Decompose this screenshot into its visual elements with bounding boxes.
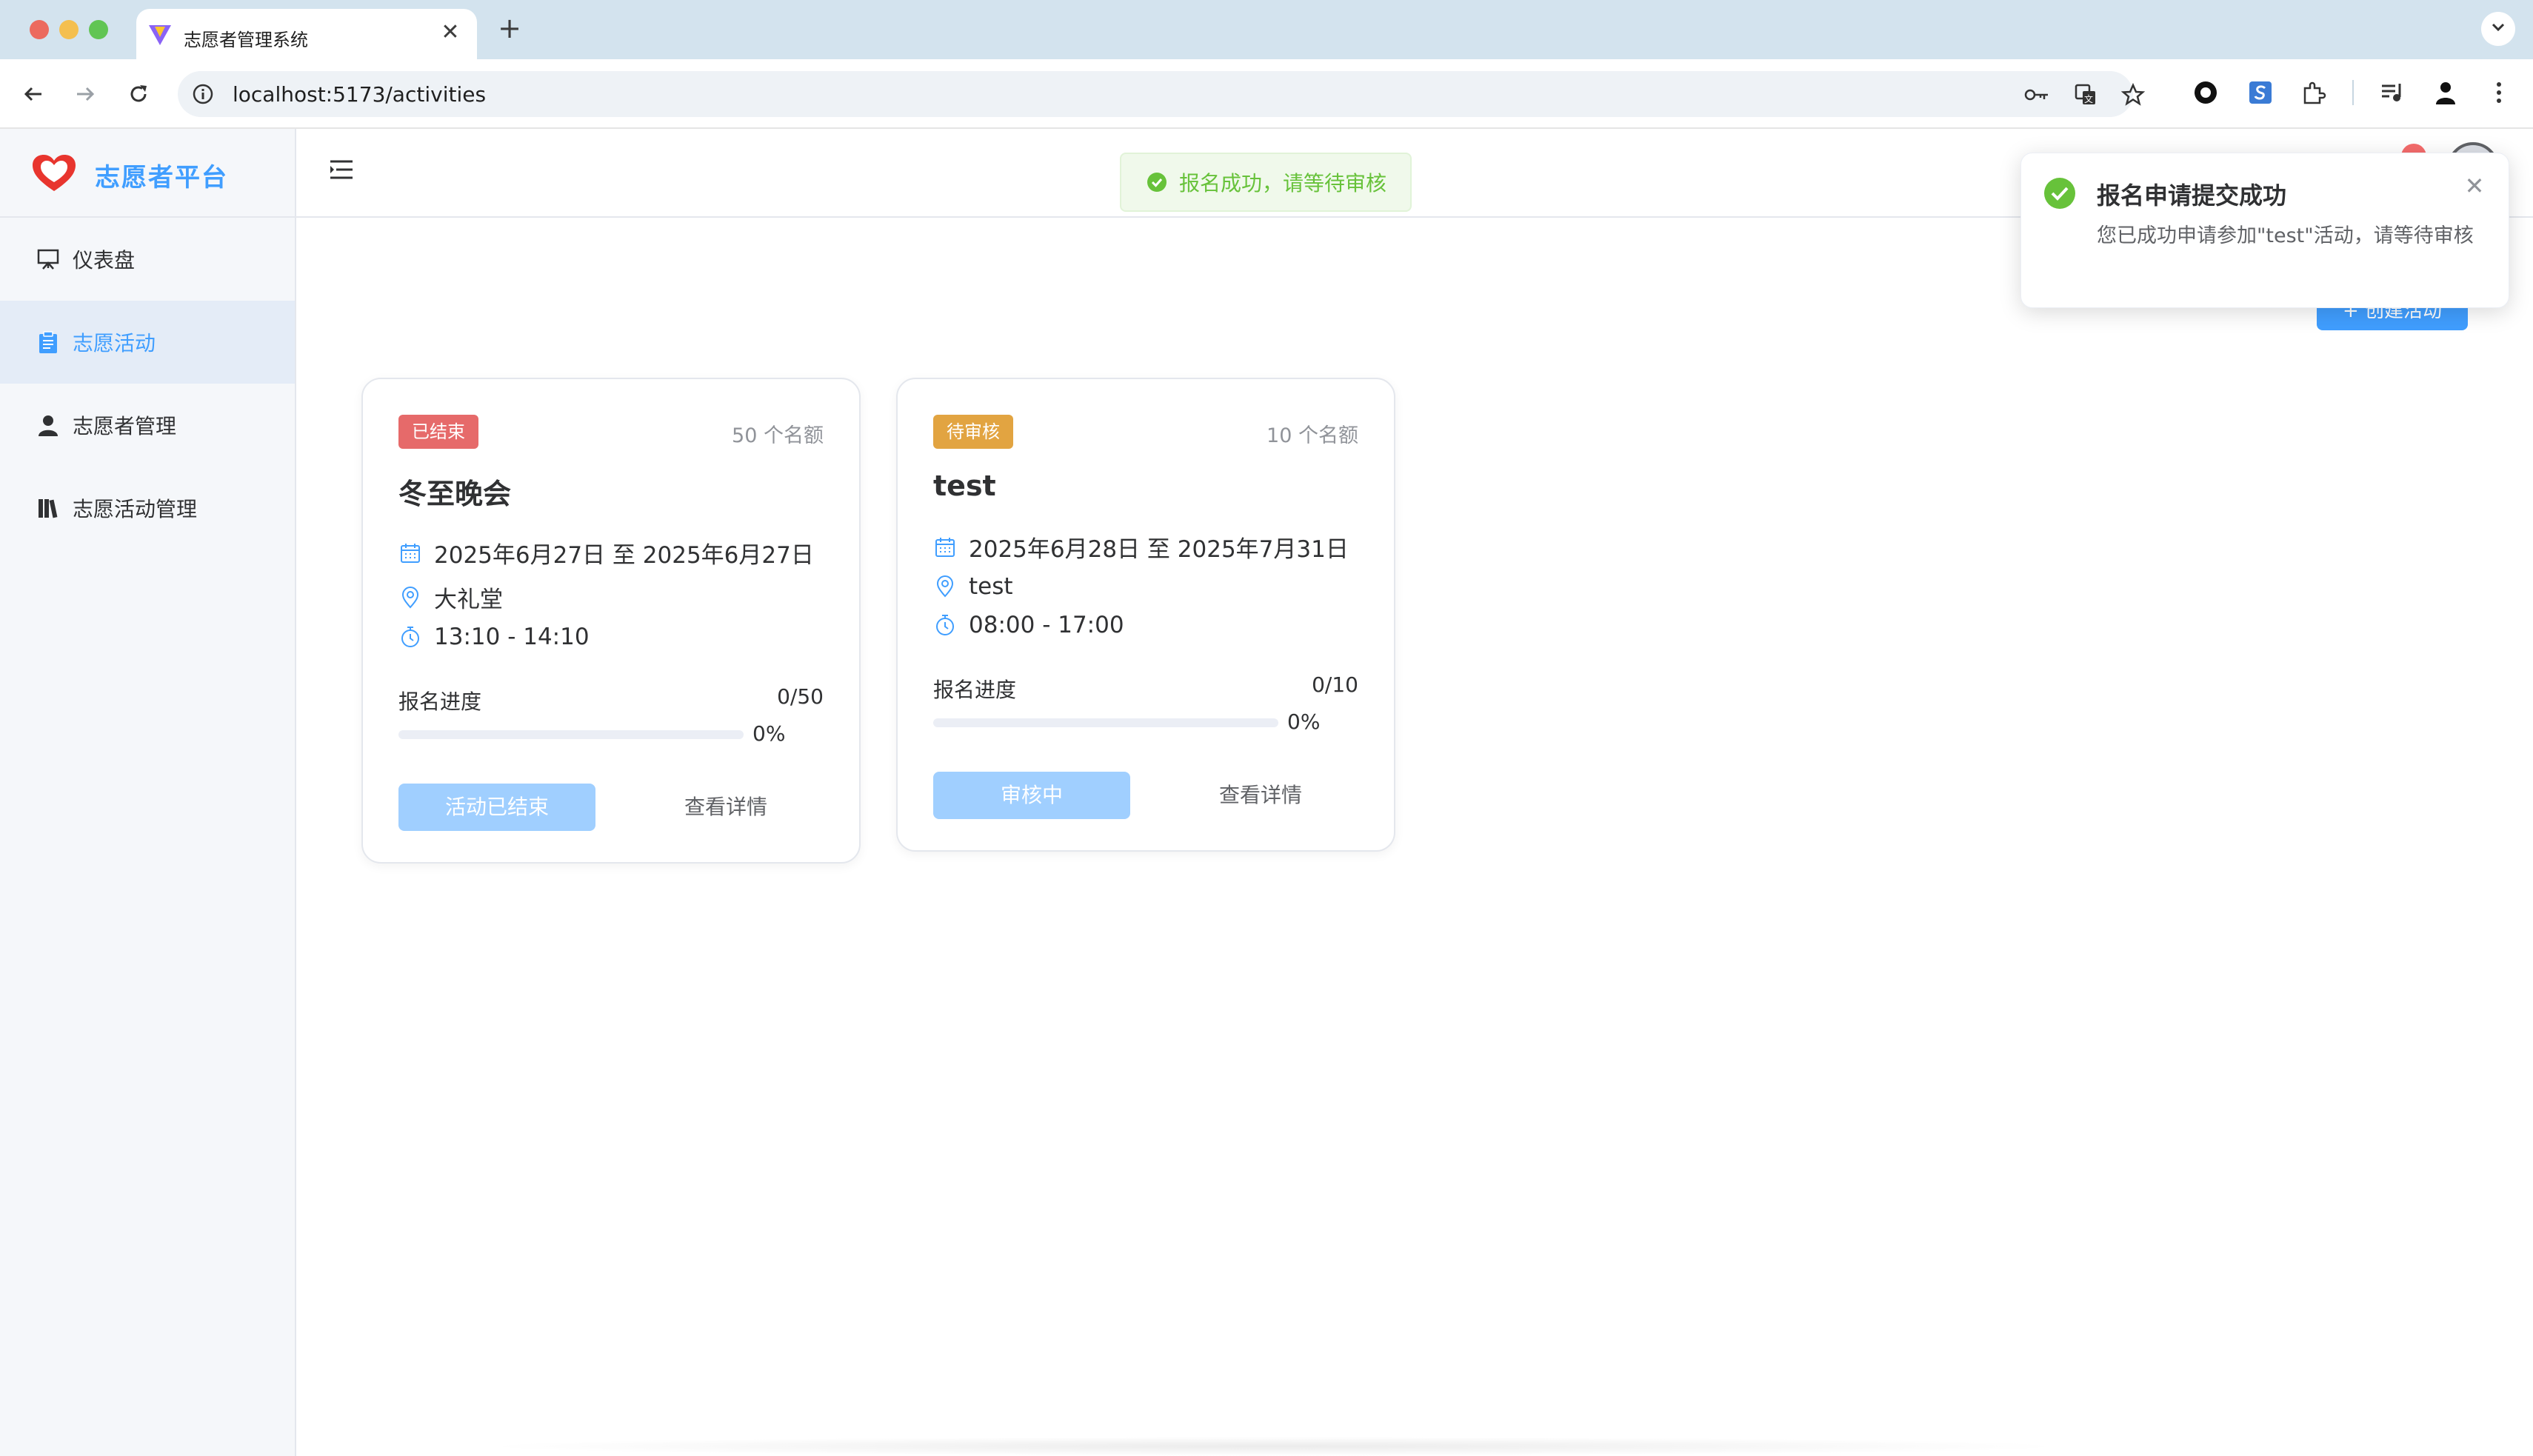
sidebar-item-volunteers[interactable]: 志愿者管理 (0, 384, 295, 467)
tab-list-button[interactable] (2481, 12, 2515, 46)
activity-location-row: test (933, 573, 1013, 600)
activity-date-row: 2025年6月28日 至 2025年7月31日 (933, 530, 1349, 564)
sidebar-item-label: 志愿活动 (73, 331, 156, 355)
view-details-button[interactable]: 查看详情 (644, 784, 807, 831)
quota-text: 10 个名额 (1266, 424, 1358, 447)
activity-time-row: 13:10 - 14:10 (398, 624, 590, 650)
heart-logo-icon (31, 154, 77, 196)
notification-title: 报名申请提交成功 (2097, 181, 2287, 210)
extensions-puzzle-icon[interactable] (2299, 78, 2329, 107)
menu-toggle-icon[interactable] (329, 158, 354, 184)
window-minimize-button[interactable] (59, 20, 79, 39)
dashboard-icon (36, 247, 61, 272)
activity-title: test (933, 470, 996, 502)
bottom-shadow-decoration (474, 1437, 2074, 1456)
site-info-icon[interactable] (191, 82, 215, 109)
progress-label: 报名进度 (398, 689, 482, 714)
progress-bar (933, 718, 1278, 727)
progress-count: 0/50 (777, 684, 824, 709)
progress-label: 报名进度 (933, 678, 1017, 702)
progress-count: 0/10 (1312, 672, 1358, 697)
tab-title: 志愿者管理系统 (184, 30, 308, 50)
password-key-icon[interactable] (2022, 83, 2052, 107)
profile-icon[interactable] (2431, 78, 2460, 107)
address-bar[interactable]: localhost:5173/activities 文 (178, 71, 2145, 117)
books-icon (36, 495, 61, 521)
activity-date: 2025年6月28日 至 2025年7月31日 (969, 536, 1349, 563)
activity-card: 待审核 10 个名额 test 2025年6月28日 至 2025年7月31日 … (896, 378, 1395, 852)
sidebar-item-label: 志愿者管理 (73, 414, 177, 438)
activity-ended-button[interactable]: 活动已结束 (398, 784, 595, 831)
notification-body: 您已成功申请参加"test"活动，请等待审核 (2097, 224, 2474, 247)
tab-close-icon[interactable]: ✕ (437, 19, 464, 46)
sidebar-logo-text: 志愿者平台 (95, 163, 228, 193)
progress-percent: 0% (1287, 709, 1321, 734)
back-button[interactable] (16, 77, 50, 111)
sidebar: 志愿者平台 仪表盘 志愿活动 志愿者管理 志愿活动管理 (0, 129, 296, 1456)
window-close-button[interactable] (30, 20, 49, 39)
under-review-button[interactable]: 审核中 (933, 772, 1130, 819)
arrow-left-icon (24, 87, 41, 101)
stopwatch-icon (398, 625, 422, 649)
sidebar-item-activity-management[interactable]: 志愿活动管理 (0, 467, 295, 550)
notification-close-icon[interactable]: ✕ (2461, 173, 2488, 199)
browser-tab-strip: 志愿者管理系统 ✕ + (0, 0, 2533, 59)
browser-menu-icon[interactable] (2484, 78, 2514, 107)
browser-tab[interactable]: 志愿者管理系统 ✕ (136, 9, 477, 59)
location-pin-icon (398, 586, 422, 610)
extension-circle-icon[interactable] (2191, 78, 2220, 107)
activity-date: 2025年6月27日 至 2025年6月27日 (434, 542, 814, 569)
stopwatch-icon (933, 613, 957, 637)
progress-bar (398, 730, 744, 739)
calendar-icon (933, 535, 957, 559)
arrow-right-icon (77, 87, 95, 101)
activity-date-row: 2025年6月27日 至 2025年6月27日 (398, 536, 814, 570)
media-controls-icon[interactable] (2377, 78, 2407, 107)
chevron-down-icon (2492, 23, 2505, 32)
user-icon (36, 413, 61, 438)
reload-button[interactable] (121, 77, 156, 111)
window-zoom-button[interactable] (89, 20, 108, 39)
activity-location: test (969, 573, 1013, 600)
vite-favicon-icon (148, 24, 172, 49)
sidebar-item-dashboard[interactable]: 仪表盘 (0, 218, 295, 301)
sidebar-logo: 志愿者平台 (0, 129, 296, 218)
sidebar-item-label: 志愿活动管理 (73, 497, 198, 521)
progress-percent: 0% (752, 721, 786, 746)
activity-location-row: 大礼堂 (398, 581, 503, 614)
success-check-icon (2043, 177, 2076, 213)
sidebar-item-activities[interactable]: 志愿活动 (0, 301, 295, 384)
activity-location: 大礼堂 (434, 587, 503, 613)
translate-icon[interactable]: 文 (2071, 83, 2100, 107)
activity-card: 已结束 50 个名额 冬至晚会 2025年6月27日 至 2025年6月27日 … (361, 378, 861, 864)
browser-toolbar: localhost:5173/activities 文 (0, 59, 2533, 129)
sidebar-menu: 仪表盘 志愿活动 志愿者管理 志愿活动管理 (0, 218, 295, 550)
activity-time: 08:00 - 17:00 (969, 612, 1124, 638)
extension-s-icon[interactable] (2246, 78, 2275, 107)
success-message-toast: 报名成功，请等待审核 (1120, 153, 1412, 212)
activity-title: 冬至晚会 (398, 478, 512, 510)
calendar-icon (398, 541, 422, 565)
forward-button[interactable] (68, 77, 102, 111)
svg-text:文: 文 (2084, 93, 2093, 104)
view-details-button[interactable]: 查看详情 (1179, 772, 1342, 819)
activity-time: 13:10 - 14:10 (434, 624, 590, 650)
quota-text: 50 个名额 (732, 424, 824, 447)
bookmark-star-icon[interactable] (2118, 83, 2148, 107)
activity-time-row: 08:00 - 17:00 (933, 612, 1124, 638)
status-badge: 待审核 (933, 415, 1013, 449)
reload-icon (130, 85, 147, 102)
url-text[interactable]: localhost:5173/activities (233, 82, 486, 107)
location-pin-icon (933, 575, 957, 598)
main-content: + 创建活动 已结束 50 个名额 冬至晚会 2025年6月27日 至 2025… (296, 218, 2533, 1456)
clipboard-icon (36, 330, 61, 355)
notification-popup: 报名申请提交成功 您已成功申请参加"test"活动，请等待审核 ✕ (2020, 153, 2509, 308)
new-tab-button[interactable]: + (495, 13, 524, 43)
toolbar-separator (2352, 80, 2354, 105)
success-message-text: 报名成功，请等待审核 (1179, 171, 1387, 196)
sidebar-item-label: 仪表盘 (73, 248, 136, 273)
status-badge: 已结束 (398, 415, 478, 449)
check-circle-icon (1147, 172, 1167, 193)
